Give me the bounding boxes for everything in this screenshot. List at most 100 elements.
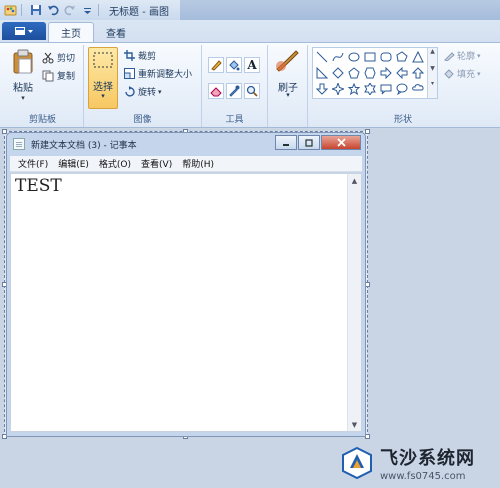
menu-view[interactable]: 查看(V): [141, 157, 172, 170]
canvas-resize-handle[interactable]: [365, 129, 370, 134]
line-shape-icon[interactable]: [315, 50, 329, 64]
rotate-dropdown-arrow-icon[interactable]: ▾: [158, 88, 162, 96]
brushes-dropdown-arrow-icon[interactable]: ▾: [268, 91, 308, 99]
window-controls: [274, 135, 361, 150]
close-icon[interactable]: [321, 135, 361, 150]
outline-dropdown-arrow-icon[interactable]: ▾: [477, 52, 481, 60]
brush-icon: [274, 49, 300, 73]
hexagon-shape-icon[interactable]: [363, 66, 377, 80]
down-arrow-shape-icon[interactable]: [315, 82, 329, 96]
fill-dropdown-arrow-icon[interactable]: ▾: [477, 70, 481, 78]
diamond-shape-icon[interactable]: [331, 66, 345, 80]
resize-icon: [124, 68, 135, 79]
paste-dropdown-arrow-icon[interactable]: ▾: [21, 94, 25, 102]
notepad-window[interactable]: 新建文本文档 (3) - 记事本 文件(F) 编辑(E) 格式(O) 查看(V)…: [6, 132, 366, 437]
left-arrow-shape-icon[interactable]: [395, 66, 409, 80]
watermark: 飞沙系统网 www.fs0745.com: [340, 440, 498, 486]
watermark-url: www.fs0745.com: [380, 471, 466, 482]
selection-rect-icon: [93, 52, 113, 68]
notepad-text-area[interactable]: TEST ▲ ▼: [10, 173, 362, 432]
shapes-gallery[interactable]: ▲ ▼ ▾: [312, 47, 438, 99]
shapes-group: ▲ ▼ ▾ 轮廓 ▾ 填充 ▾ 形状: [308, 45, 498, 127]
brushes-group[interactable]: 刷子 ▾: [268, 45, 308, 127]
text-tool-icon[interactable]: A: [244, 57, 260, 73]
title-bar-background: [180, 0, 500, 20]
curve-shape-icon[interactable]: [331, 50, 345, 64]
cut-label: 剪切: [57, 54, 76, 64]
notepad-title-bar[interactable]: 新建文本文档 (3) - 记事本: [7, 133, 365, 155]
crop-button[interactable]: 裁剪: [124, 49, 156, 62]
cut-button[interactable]: 剪切: [42, 51, 75, 64]
rotate-icon: [124, 86, 135, 97]
save-icon[interactable]: [29, 3, 43, 17]
scroll-up-arrow-icon[interactable]: ▲: [348, 174, 361, 187]
rotate-label: 旋转: [138, 88, 157, 98]
paint-app-icon[interactable]: [3, 3, 17, 17]
select-button[interactable]: 选择 ▾: [88, 47, 118, 109]
copy-button[interactable]: 复制: [42, 69, 75, 82]
menu-help[interactable]: 帮助(H): [182, 157, 214, 170]
image-group: 选择 ▾ 裁剪 重新调整大小 旋转 ▾ 图像: [84, 45, 202, 127]
customize-quick-access-icon[interactable]: [80, 3, 94, 17]
watermark-text: 飞沙系统网 www.fs0745.com: [380, 444, 475, 482]
scroll-down-arrow-icon[interactable]: ▼: [428, 65, 437, 72]
magnifier-icon[interactable]: [244, 83, 260, 99]
minimize-icon[interactable]: [275, 135, 297, 150]
fill-button[interactable]: 填充 ▾: [444, 67, 481, 80]
up-arrow-shape-icon[interactable]: [411, 66, 425, 80]
notepad-icon: [13, 138, 25, 150]
redo-icon[interactable]: [63, 3, 77, 17]
clipboard-group-label: 剪贴板: [28, 115, 56, 125]
right-arrow-shape-icon[interactable]: [379, 66, 393, 80]
watermark-title: 飞沙系统网: [380, 448, 475, 469]
gallery-expand-icon[interactable]: ▾: [428, 80, 437, 87]
rotate-button[interactable]: 旋转 ▾: [124, 85, 162, 98]
fill-bucket-icon[interactable]: [226, 57, 242, 73]
copy-label: 复制: [57, 72, 76, 82]
five-point-star-shape-icon[interactable]: [347, 82, 361, 96]
pentagon-shape-icon[interactable]: [347, 66, 361, 80]
crop-icon: [124, 50, 135, 61]
maximize-icon[interactable]: [298, 135, 320, 150]
cloud-callout-shape-icon[interactable]: [411, 82, 425, 96]
title-bar: 无标题 - 画图: [0, 0, 500, 20]
resize-button[interactable]: 重新调整大小: [124, 67, 192, 80]
tab-home[interactable]: 主页: [48, 22, 94, 42]
pencil-icon[interactable]: [208, 57, 224, 73]
copy-icon: [42, 70, 54, 82]
color-picker-icon[interactable]: [226, 83, 242, 99]
triangle-shape-icon[interactable]: [411, 50, 425, 64]
paint-menu-button[interactable]: [2, 22, 46, 40]
select-dropdown-arrow-icon[interactable]: ▾: [89, 92, 117, 100]
clipboard-group: 粘贴 ▾ 剪切 复制 剪贴板: [2, 45, 84, 127]
undo-icon[interactable]: [46, 3, 60, 17]
menu-format[interactable]: 格式(O): [99, 157, 131, 170]
watermark-logo: [340, 446, 374, 480]
ribbon-tab-row: 主页 查看: [0, 20, 500, 42]
scroll-up-arrow-icon[interactable]: ▲: [428, 48, 437, 55]
paste-icon: [12, 49, 34, 75]
four-point-star-shape-icon[interactable]: [331, 82, 345, 96]
divider: [98, 4, 99, 16]
paste-button[interactable]: 粘贴 ▾: [8, 49, 38, 102]
menu-file[interactable]: 文件(F): [18, 157, 48, 170]
vertical-scrollbar[interactable]: ▲ ▼: [347, 174, 361, 431]
eraser-icon[interactable]: [208, 83, 224, 99]
rectangle-shape-icon[interactable]: [363, 50, 377, 64]
tab-view[interactable]: 查看: [94, 22, 138, 42]
crop-label: 裁剪: [138, 52, 157, 62]
right-triangle-shape-icon[interactable]: [315, 66, 329, 80]
oval-shape-icon[interactable]: [347, 50, 361, 64]
outline-button[interactable]: 轮廓 ▾: [444, 49, 481, 62]
oval-callout-shape-icon[interactable]: [395, 82, 409, 96]
polygon-shape-icon[interactable]: [395, 50, 409, 64]
six-point-star-shape-icon[interactable]: [363, 82, 377, 96]
shapes-gallery-scrollbar[interactable]: ▲ ▼ ▾: [427, 48, 437, 98]
menu-edit[interactable]: 编辑(E): [58, 157, 89, 170]
scroll-down-arrow-icon[interactable]: ▼: [348, 418, 361, 431]
fill-icon: [444, 68, 455, 79]
image-group-label: 图像: [133, 115, 152, 125]
rounded-callout-shape-icon[interactable]: [379, 82, 393, 96]
tools-group-label: 工具: [225, 115, 244, 125]
rounded-rectangle-shape-icon[interactable]: [379, 50, 393, 64]
